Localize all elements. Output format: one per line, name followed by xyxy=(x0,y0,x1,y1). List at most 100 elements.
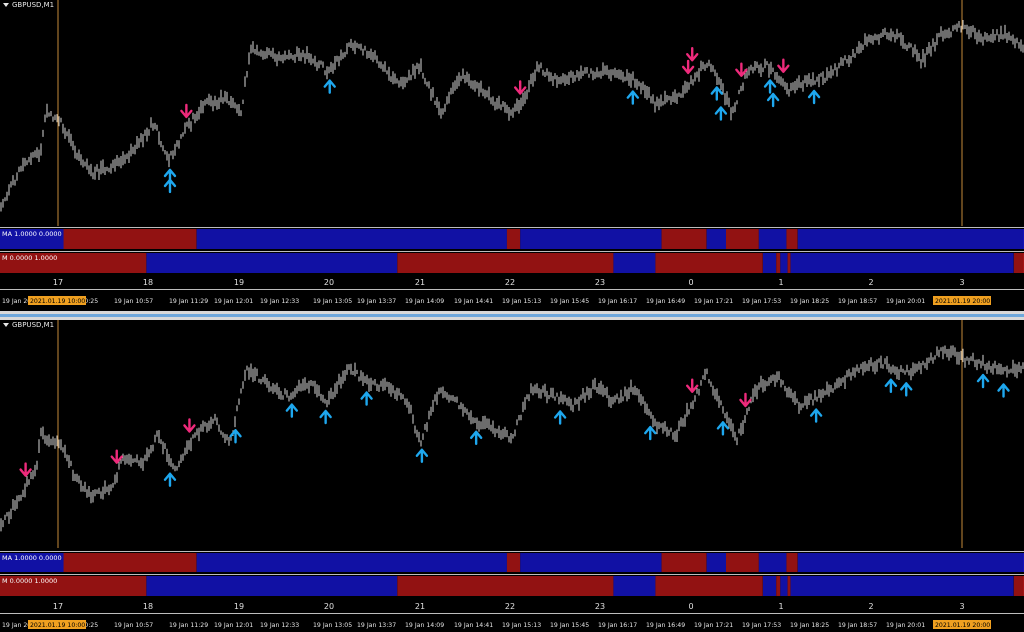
time-axis-label: 19 Jan 10:57 xyxy=(114,298,153,305)
arrow-down-icon xyxy=(739,392,752,408)
time-axis-label: 19 Jan 16:17 xyxy=(598,622,637,629)
arrow-up-icon xyxy=(163,178,177,194)
time-axis-label: 19 Jan 20 xyxy=(2,622,31,629)
time-axis-label: 19 Jan 17:21 xyxy=(694,298,733,305)
highlight-time-label: 2021.01.19 10:00 xyxy=(30,298,85,305)
highlight-time-label: 2021.01.19 20:00 xyxy=(935,622,990,629)
indicator-label: MA 1.0000 0.0000 xyxy=(2,230,62,238)
time-axis-label: 19 Jan 15:45 xyxy=(550,298,589,305)
arrow-up-icon xyxy=(997,383,1010,398)
hour-label: 0 xyxy=(688,278,693,287)
time-axis-label: 19 Jan 16:17 xyxy=(598,298,637,305)
arrow-up-icon xyxy=(976,373,990,389)
hour-label: 21 xyxy=(415,278,425,287)
m-band-subwindow: M 0.0000 1.0000 xyxy=(0,253,1024,273)
time-axis-label: 19 Jan 18:57 xyxy=(838,298,877,305)
hour-label: 20 xyxy=(324,278,334,287)
subwindow-separator xyxy=(0,289,1024,290)
time-axis-label: 19 Jan 15:13 xyxy=(502,622,541,629)
arrow-up-icon xyxy=(710,86,723,101)
hour-label: 0 xyxy=(688,602,693,611)
arrow-up-icon xyxy=(714,106,728,121)
ma-band-subwindow: MA 1.0000 0.0000 xyxy=(0,553,1024,572)
time-axis-label: 19 Jan 18:25 xyxy=(790,298,829,305)
arrow-up-icon xyxy=(415,448,429,463)
chart-canvas[interactable]: MA 1.0000 0.0000M 0.0000 1.000017 18 19 20 2… xyxy=(0,0,1024,311)
time-axis-label: 19 Jan 11:29 xyxy=(169,298,208,305)
time-axis-label: 19 Jan 20:01 xyxy=(886,622,925,629)
arrow-down-icon xyxy=(180,103,193,119)
hour-label: 17 xyxy=(53,278,63,287)
arrow-down-icon xyxy=(513,80,527,95)
time-axis-label: 19 Jan 18:25 xyxy=(790,622,829,629)
arrow-down-icon xyxy=(183,418,196,433)
candles xyxy=(0,20,1024,212)
time-axis-label: 19 Jan 14:09 xyxy=(405,298,444,305)
time-axis-label: 19 Jan 17:53 xyxy=(742,622,781,629)
time-axis-label: 19 Jan 12:01 xyxy=(214,622,253,629)
arrow-up-icon xyxy=(807,89,821,105)
m-band-subwindow: M 0.0000 1.0000 xyxy=(0,576,1024,596)
arrow-up-icon xyxy=(360,391,373,406)
hour-label: 18 xyxy=(143,602,153,611)
arrow-down-icon xyxy=(110,449,123,464)
symbol-title: GBPUSD,M1 xyxy=(3,1,54,9)
hour-label: 1 xyxy=(778,602,783,611)
arrow-up-icon xyxy=(809,408,823,423)
arrow-down-icon xyxy=(681,59,695,75)
time-axis-label: 19 Jan 12:33 xyxy=(260,298,299,305)
subwindow-separator xyxy=(0,551,1024,552)
hour-label: 3 xyxy=(959,278,964,287)
time-axis-label: 19 Jan 13:37 xyxy=(357,622,396,629)
hour-label: 22 xyxy=(505,602,515,611)
hour-label: 1 xyxy=(778,278,783,287)
time-axis-label: 19 Jan 16:49 xyxy=(646,622,685,629)
hour-label: 19 xyxy=(234,278,244,287)
arrow-up-icon xyxy=(319,409,332,425)
hour-label: 19 xyxy=(234,602,244,611)
time-axis-label: 19 Jan 15:45 xyxy=(550,622,589,629)
subwindow-separator xyxy=(0,227,1024,228)
hour-label: 22 xyxy=(505,278,515,287)
window-divider[interactable] xyxy=(0,311,1024,320)
subwindow-separator xyxy=(0,613,1024,614)
subwindow-separator xyxy=(0,251,1024,252)
hour-label: 18 xyxy=(143,278,153,287)
indicator-label: M 0.0000 1.0000 xyxy=(2,254,57,262)
time-axis-label: 19 Jan 15:13 xyxy=(502,298,541,305)
hour-label: 2 xyxy=(868,602,873,611)
highlight-time-label: 2021.01.19 10:00 xyxy=(30,622,85,629)
chart-window-bottom[interactable]: MA 1.0000 0.0000 M 0.0000 1.0000 17 18 19 20 2… xyxy=(0,320,1024,632)
hour-label: 2 xyxy=(868,278,873,287)
arrow-up-icon xyxy=(323,79,336,94)
time-axis-label: 19 Jan 13:37 xyxy=(357,298,396,305)
arrow-up-icon xyxy=(163,472,177,487)
arrow-down-icon xyxy=(686,47,699,62)
hour-label: 23 xyxy=(595,278,605,287)
dropdown-triangle-icon[interactable] xyxy=(3,323,9,327)
symbol-title: GBPUSD,M1 xyxy=(3,321,54,329)
indicator-label: MA 1.0000 0.0000 xyxy=(2,554,62,562)
subwindow-separator xyxy=(0,574,1024,575)
time-axis-label: 19 Jan 13:05 xyxy=(313,622,352,629)
time-axis-label: 19 Jan 20:01 xyxy=(886,298,925,305)
chart-canvas[interactable]: MA 1.0000 0.0000M 0.0000 1.000017 18 19 20 2… xyxy=(0,320,1024,632)
dropdown-triangle-icon[interactable] xyxy=(3,3,9,7)
arrow-up-icon xyxy=(900,382,913,397)
time-axis-label: 19 Jan 10:57 xyxy=(114,622,153,629)
hour-label: 20 xyxy=(324,602,334,611)
arrow-down-icon xyxy=(686,378,699,393)
time-axis-label: 19 Jan 12:33 xyxy=(260,622,299,629)
time-axis-label: 19 Jan 11:29 xyxy=(169,622,208,629)
arrow-up-icon xyxy=(469,430,483,446)
time-axis-label: 19 Jan 20 xyxy=(2,298,31,305)
arrow-up-icon xyxy=(644,425,657,441)
time-axis-label: 19 Jan 14:41 xyxy=(454,298,493,305)
arrow-up-icon xyxy=(763,79,777,94)
ma-band-subwindow: MA 1.0000 0.0000 xyxy=(0,229,1024,249)
arrow-up-icon xyxy=(553,410,567,425)
highlight-time-label: 2021.01.19 20:00 xyxy=(935,298,990,305)
time-axis-label: 19 Jan 13:05 xyxy=(313,298,352,305)
chart-window-top[interactable]: MA 1.0000 0.0000 M 0.0000 1.0000 17 18 19 20 2… xyxy=(0,0,1024,311)
hour-label: 23 xyxy=(595,602,605,611)
